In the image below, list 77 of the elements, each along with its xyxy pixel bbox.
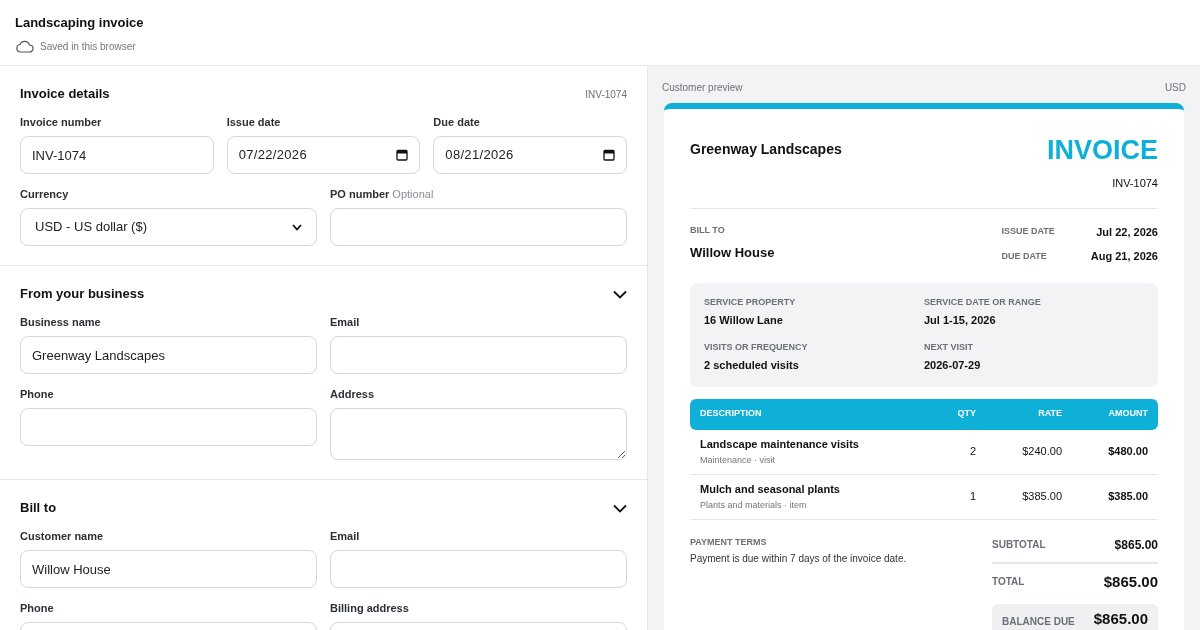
currency-select[interactable]: USD - US dollar ($) [20, 208, 317, 246]
field-label: Phone [20, 387, 55, 401]
input-field[interactable] [20, 408, 317, 446]
item-detail: Plants and materials · item [700, 499, 808, 512]
totals-label: SUBTOTAL [992, 538, 1046, 552]
invoice-number: INV-1074 [1112, 176, 1158, 191]
column-header: AMOUNT [1107, 407, 1148, 421]
item-amount: $385.00 [1107, 489, 1148, 505]
app-title: Landscaping invoice [15, 14, 145, 32]
item-rate: $385.00 [1021, 489, 1062, 505]
totals-value: $865.00 [1103, 571, 1158, 592]
item-qty: 2 [968, 444, 976, 460]
payment-terms-label: PAYMENT TERMS [690, 535, 768, 549]
date-label: DUE DATE [1001, 249, 1048, 263]
textarea-field[interactable] [330, 408, 627, 460]
service-value: 2 scheduled visits [704, 358, 800, 373]
column-header: DESCRIPTION [700, 407, 763, 421]
item-detail: Maintenance · visit [700, 454, 777, 467]
totals-value: $865.00 [1114, 536, 1158, 554]
date-value: Jul 22, 2026 [1095, 224, 1158, 240]
service-label: SERVICE PROPERTY [704, 295, 797, 309]
service-value: 16 Willow Lane [704, 313, 784, 328]
chevron-icon[interactable] [613, 289, 627, 299]
field-label: Due date [433, 115, 481, 129]
field-label: Billing address [330, 601, 410, 615]
item-amount: $480.00 [1107, 444, 1148, 460]
section-title: Bill to [20, 499, 57, 518]
field-label: Email [330, 529, 361, 543]
bill-to-label: BILL TO [690, 223, 726, 237]
item-description: Landscape maintenance visits [700, 436, 860, 452]
date-field[interactable]: 08/21/2026 [433, 136, 627, 174]
section-title: Invoice details [20, 85, 110, 104]
save-status: Saved in this browser [40, 39, 136, 54]
field-label: Address [330, 387, 376, 401]
service-label: VISITS OR FREQUENCY [704, 340, 809, 354]
preview-label: Customer preview [662, 81, 743, 95]
field-label: Email [330, 315, 361, 329]
date-label: ISSUE DATE [1001, 225, 1055, 238]
totals-label: TOTAL [992, 575, 1025, 590]
field-label: Issue date [226, 115, 282, 129]
currency-code: USD [1164, 81, 1186, 95]
field-label: PO number Optional [330, 187, 435, 201]
service-label: NEXT VISIT [924, 340, 974, 354]
item-description: Mulch and seasonal plants [700, 481, 841, 497]
business-name: Greenway Landscapes [690, 140, 842, 159]
invoice-number-tag: INV-1074 [585, 86, 627, 102]
chevron-icon[interactable] [613, 503, 627, 513]
invoice-title: INVOICE [1046, 135, 1158, 165]
column-header: QTY [956, 407, 976, 421]
section-title: From your business [20, 285, 145, 304]
item-qty: 1 [968, 489, 976, 505]
calendar-icon[interactable] [396, 149, 409, 161]
balance-due-value: $865.00 [1093, 610, 1148, 628]
field-label: Invoice number [20, 115, 103, 129]
service-value: Jul 1-15, 2026 [924, 313, 997, 328]
service-label: SERVICE DATE OR RANGE [924, 295, 1042, 309]
input-field[interactable] [330, 208, 627, 246]
field-label: Currency [20, 187, 70, 201]
customer-name: Willow House [690, 244, 775, 262]
input-field[interactable]: Greenway Landscapes [20, 336, 317, 374]
cloud-icon [15, 39, 34, 53]
item-rate: $240.00 [1021, 444, 1062, 460]
balance-due-label: BALANCE DUE [1002, 615, 1075, 629]
input-field[interactable] [330, 336, 627, 374]
caret-icon [292, 223, 302, 231]
field-label: Phone [20, 601, 55, 615]
service-value: 2026-07-29 [924, 358, 982, 373]
calendar-icon[interactable] [603, 149, 615, 161]
field-label: Business name [20, 315, 102, 329]
input-field[interactable] [330, 550, 627, 588]
input-field[interactable]: Willow House [20, 550, 317, 588]
field-label: Customer name [20, 529, 105, 543]
column-header: RATE [1037, 407, 1062, 421]
date-field[interactable]: 07/22/2026 [226, 136, 421, 174]
date-value: Aug 21, 2026 [1090, 249, 1158, 264]
payment-terms: Payment is due within 7 days of the invoice date. [690, 552, 907, 566]
input-field[interactable]: INV-1074 [20, 136, 214, 174]
